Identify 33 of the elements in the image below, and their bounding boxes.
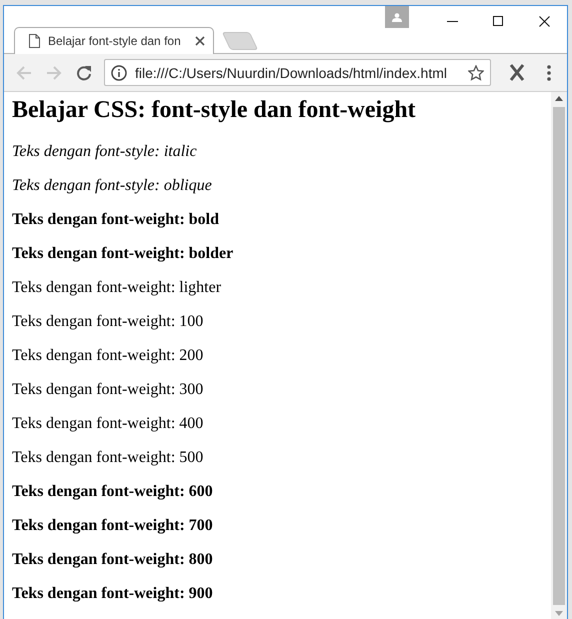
address-bar[interactable]: file:///C:/Users/Nuurdin/Downloads/html/index.html — [104, 59, 491, 86]
page-icon — [29, 34, 40, 48]
x-mark-icon — [509, 64, 525, 81]
scrollbar[interactable] — [551, 92, 567, 619]
info-icon[interactable] — [111, 64, 127, 80]
menu-icon — [547, 64, 551, 80]
paragraph: Teks dengan font-style: oblique — [12, 177, 213, 195]
page-heading: Belajar CSS: font-style dan font-weight — [12, 97, 417, 124]
minimize-icon — [446, 20, 458, 22]
paragraph: Teks dengan font-weight: lighter — [12, 279, 222, 297]
paragraph: Teks dengan font-weight: 100 — [12, 313, 204, 331]
person-icon — [392, 12, 402, 22]
paragraph: Teks dengan font-weight: bold — [12, 211, 220, 229]
close-icon — [538, 16, 550, 26]
scroll-up-icon[interactable] — [555, 96, 563, 101]
paragraph: Teks dengan font-weight: 300 — [12, 381, 204, 399]
forward-arrow-icon — [46, 66, 62, 80]
paragraph: Teks dengan font-weight: 800 — [12, 551, 214, 569]
paragraph: Teks dengan font-weight: 200 — [12, 347, 204, 365]
paragraph: Teks dengan font-weight: 700 — [12, 517, 214, 535]
reload-icon — [76, 64, 92, 80]
close-icon[interactable] — [195, 36, 205, 46]
paragraph: Teks dengan font-weight: 500 — [12, 449, 204, 467]
browser-tab[interactable]: Belajar font-style dan fon — [14, 27, 214, 54]
paragraph: Teks dengan font-style: italic — [12, 143, 198, 161]
paragraph: Teks dengan font-weight: bolder — [12, 245, 234, 263]
paragraph: Teks dengan font-weight: 900 — [12, 585, 214, 603]
paragraph: Teks dengan font-weight: 400 — [12, 415, 204, 433]
back-arrow-icon — [16, 66, 32, 80]
maximize-icon — [493, 16, 503, 26]
scroll-thumb[interactable] — [553, 107, 565, 605]
paragraph: Teks dengan font-weight: 600 — [12, 483, 214, 501]
star-icon[interactable] — [468, 64, 484, 80]
